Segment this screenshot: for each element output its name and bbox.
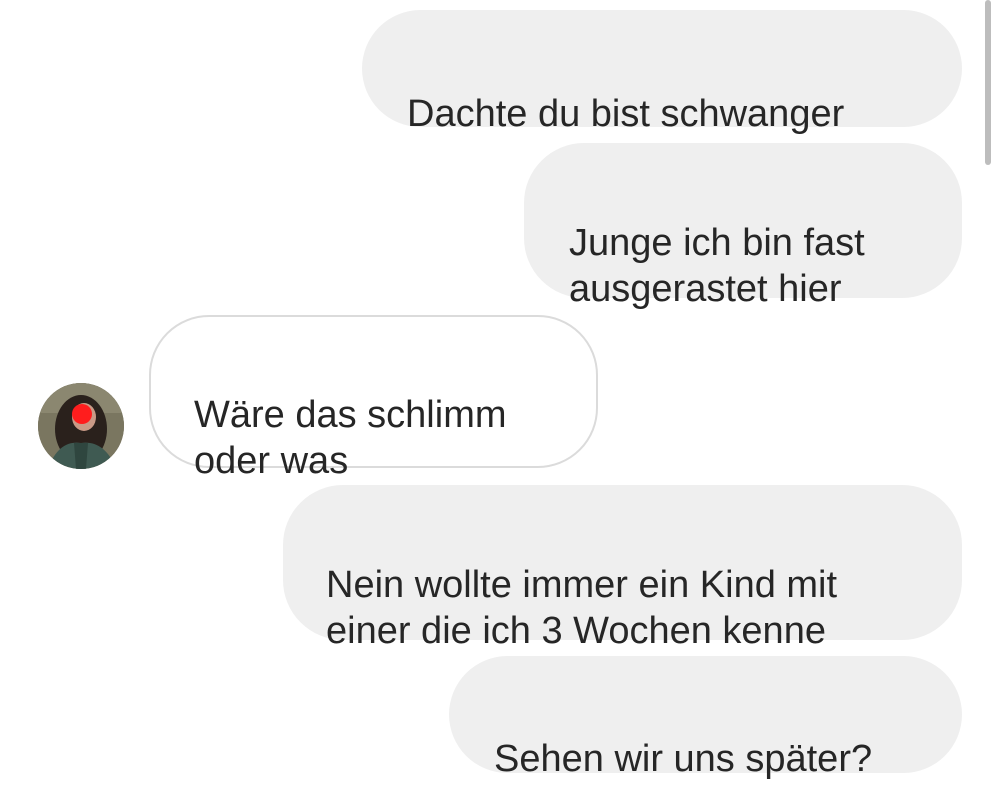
message-text: Wäre das schlimm oder was (194, 394, 507, 482)
contact-avatar[interactable] (38, 383, 124, 469)
sent-message-bubble[interactable]: Dachte du bist schwanger (362, 10, 962, 135)
message-text: Sehen wir uns später? (494, 738, 873, 780)
message-text: Nein wollte immer ein Kind mit einer die… (326, 564, 838, 652)
sent-message-bubble[interactable]: Sehen wir uns später? (449, 656, 962, 780)
sent-message-bubble[interactable]: Junge ich bin fast ausgerastet hier (524, 143, 962, 310)
received-message-bubble[interactable]: Wäre das schlimm oder was (149, 315, 598, 482)
sent-message-bubble[interactable]: Nein wollte immer ein Kind mit einer die… (283, 485, 962, 652)
message-text: Junge ich bin fast ausgerastet hier (569, 222, 865, 310)
profile-avatar-icon (38, 383, 124, 469)
message-text: Dachte du bist schwanger (407, 93, 845, 135)
scrollbar[interactable] (985, 0, 991, 165)
